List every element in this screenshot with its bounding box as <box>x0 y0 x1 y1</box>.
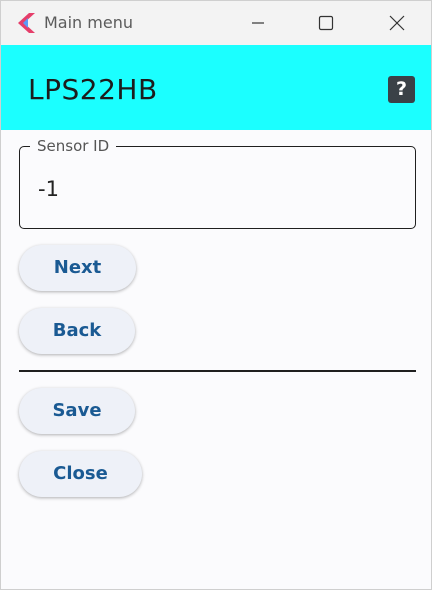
minimize-button[interactable] <box>235 1 281 45</box>
close-icon <box>389 15 405 31</box>
window-close-button[interactable] <box>374 1 420 45</box>
maximize-button[interactable] <box>303 1 349 45</box>
help-button[interactable]: ? <box>388 76 415 103</box>
help-icon: ? <box>395 78 408 100</box>
save-button[interactable]: Save <box>19 388 135 434</box>
close-button[interactable]: Close <box>19 451 142 497</box>
sensor-id-field[interactable]: Sensor ID -1 <box>19 137 416 229</box>
sensor-id-label: Sensor ID <box>30 137 117 155</box>
app-window: Main menu LPS22HB ? Sensor ID -1 Next Ba… <box>0 0 432 590</box>
window-title: Main menu <box>44 13 133 32</box>
app-header: LPS22HB ? <box>1 45 431 130</box>
back-button[interactable]: Back <box>19 308 135 354</box>
title-bar[interactable]: Main menu <box>1 1 431 45</box>
next-button[interactable]: Next <box>19 245 136 291</box>
flutter-logo-icon <box>18 13 35 33</box>
page-title: LPS22HB <box>28 73 158 106</box>
minimize-icon <box>252 22 264 24</box>
divider <box>19 370 416 372</box>
maximize-icon <box>318 15 334 31</box>
sensor-id-value[interactable]: -1 <box>38 176 59 202</box>
